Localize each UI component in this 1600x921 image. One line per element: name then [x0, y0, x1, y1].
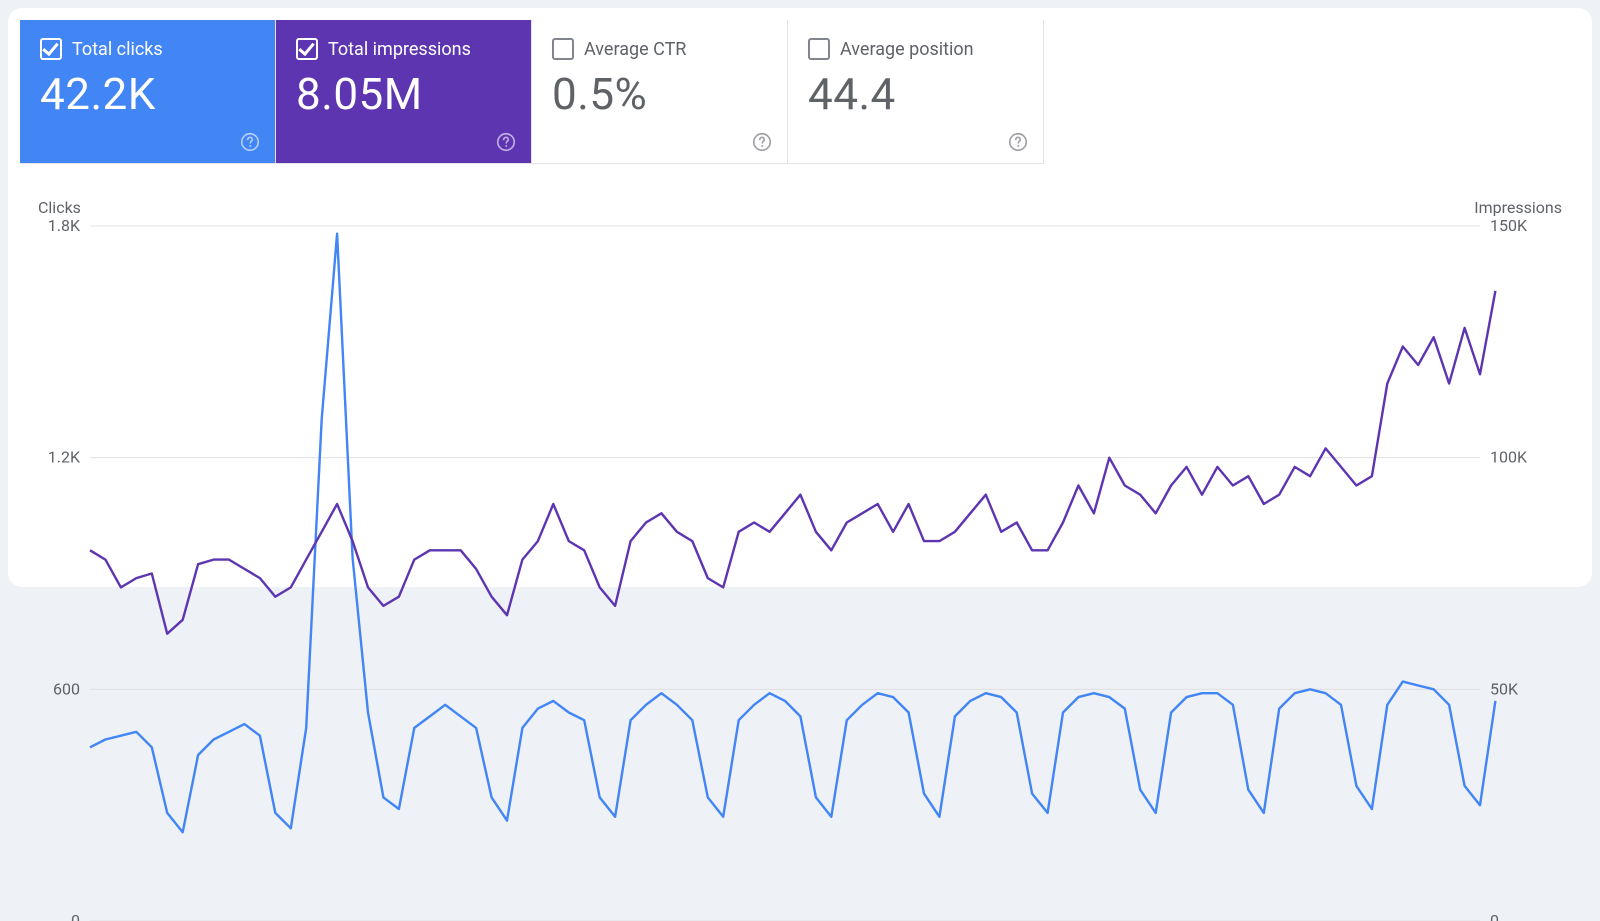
metric-tile-ctr[interactable]: Average CTR 0.5%	[532, 20, 788, 164]
chart: Clicks Impressions 1.8K1.2K6000150K100K5…	[38, 198, 1562, 557]
help-icon[interactable]	[1007, 131, 1029, 153]
checkbox-icon[interactable]	[552, 38, 574, 60]
y-left-tick: 0	[71, 911, 80, 921]
y-right-tick: 0	[1490, 911, 1499, 921]
y-right-tick: 150K	[1490, 216, 1528, 235]
metric-label: Total clicks	[72, 39, 163, 60]
metric-value: 0.5%	[552, 68, 767, 120]
metric-label: Average position	[840, 39, 974, 60]
chart-plot[interactable]: 1.8K1.2K6000150K100K50K017/06/202427/06/…	[90, 226, 1480, 921]
help-icon[interactable]	[495, 131, 517, 153]
metric-value: 42.2K	[40, 68, 255, 120]
metric-label: Average CTR	[584, 39, 686, 60]
y-left-tick: 600	[53, 679, 80, 698]
series-impressions	[90, 291, 1495, 634]
y-right-tick: 100K	[1490, 448, 1528, 467]
y-left-tick: 1.2K	[48, 448, 81, 467]
checkbox-icon[interactable]	[808, 38, 830, 60]
y-axis-right-title: Impressions	[1474, 198, 1562, 217]
checkbox-icon[interactable]	[296, 38, 318, 60]
metric-value: 8.05M	[296, 68, 511, 120]
checkbox-icon[interactable]	[40, 38, 62, 60]
performance-panel: Total clicks 42.2K Total impressions 8.05M A…	[8, 8, 1592, 587]
series-clicks	[90, 234, 1495, 833]
metric-tile-clicks[interactable]: Total clicks 42.2K	[20, 20, 276, 164]
y-axis-left-title: Clicks	[38, 198, 81, 217]
metric-tile-position[interactable]: Average position 44.4	[788, 20, 1044, 164]
y-left-tick: 1.8K	[48, 216, 81, 235]
metric-label: Total impressions	[328, 39, 471, 60]
y-right-tick: 50K	[1490, 679, 1519, 698]
help-icon[interactable]	[239, 131, 261, 153]
help-icon[interactable]	[751, 131, 773, 153]
metric-tile-impressions[interactable]: Total impressions 8.05M	[276, 20, 532, 164]
metric-value: 44.4	[808, 68, 1023, 120]
metric-tiles: Total clicks 42.2K Total impressions 8.05M A…	[20, 20, 1044, 164]
